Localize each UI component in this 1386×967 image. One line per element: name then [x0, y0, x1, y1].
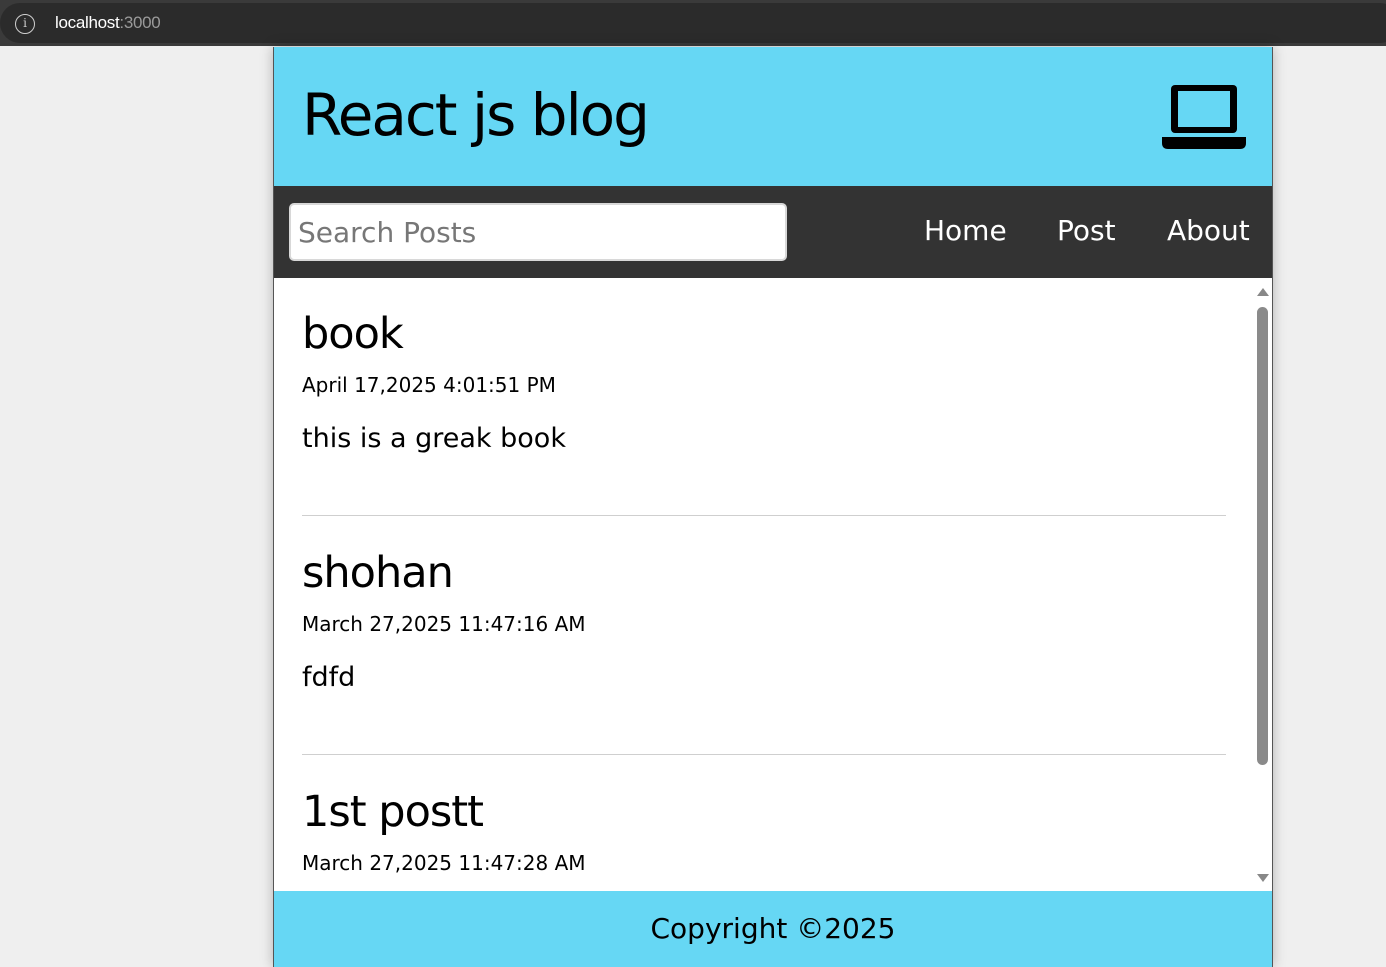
site-header: React js blog: [274, 47, 1272, 186]
post-title[interactable]: 1st postt: [302, 791, 1226, 834]
post-body: this is a greak book: [302, 423, 566, 454]
browser-toolbar: i localhost:3000: [0, 0, 1386, 46]
nav-link-post[interactable]: Post: [1057, 214, 1116, 247]
nav-link-about[interactable]: About: [1167, 214, 1250, 247]
post-date: March 27,2025 11:47:28 AM: [302, 851, 586, 875]
info-icon[interactable]: i: [15, 14, 35, 34]
post-item[interactable]: book April 17,2025 4:01:51 PM this is a …: [302, 313, 1226, 455]
site-title: React js blog: [302, 81, 650, 149]
url-host: localhost: [55, 13, 120, 32]
post-title[interactable]: shohan: [302, 552, 1226, 595]
post-feed: book April 17,2025 4:01:51 PM this is a …: [274, 278, 1272, 891]
url-port: :3000: [119, 13, 161, 32]
post-date: March 27,2025 11:47:16 AM: [302, 612, 586, 636]
scroll-up-arrow-icon[interactable]: [1257, 288, 1269, 296]
post-item[interactable]: 1st postt March 27,2025 11:47:28 AM: [302, 791, 1226, 891]
post-date: April 17,2025 4:01:51 PM: [302, 373, 556, 397]
laptop-icon: [1162, 85, 1246, 149]
blog-app: React js blog Home Post About book April…: [273, 47, 1273, 967]
url-text[interactable]: localhost:3000: [55, 13, 161, 33]
address-bar[interactable]: i localhost:3000: [0, 3, 1386, 43]
post-divider: [302, 515, 1226, 516]
search-input[interactable]: [289, 203, 787, 261]
nav-bar: Home Post About: [274, 186, 1272, 278]
site-footer: Copyright ©2025: [274, 891, 1272, 967]
copyright-text: Copyright ©2025: [650, 912, 896, 945]
nav-link-home[interactable]: Home: [924, 214, 1007, 247]
post-divider: [302, 754, 1226, 755]
scroll-down-arrow-icon[interactable]: [1257, 874, 1269, 882]
post-title[interactable]: book: [302, 313, 1226, 356]
scrollbar[interactable]: [1254, 285, 1270, 887]
post-body: fdfd: [302, 662, 356, 693]
post-item[interactable]: shohan March 27,2025 11:47:16 AM fdfd: [302, 552, 1226, 694]
scrollbar-thumb[interactable]: [1257, 307, 1268, 765]
